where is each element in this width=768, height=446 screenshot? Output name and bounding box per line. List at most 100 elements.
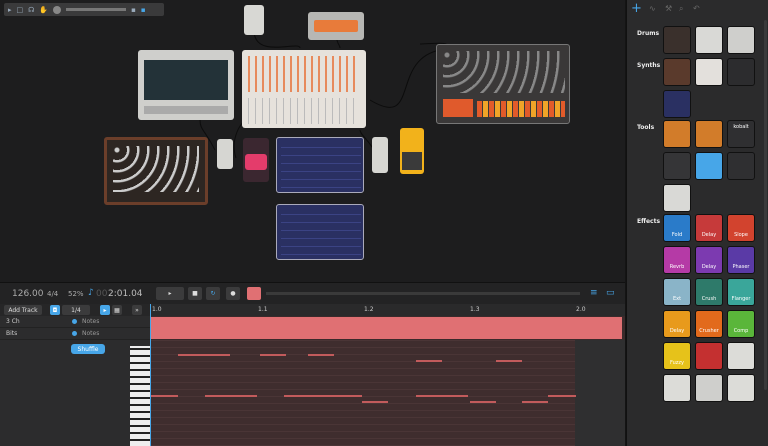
synth-tile-2[interactable] — [695, 58, 723, 86]
effect-tile[interactable]: Flanger — [727, 278, 755, 306]
rack-canvas[interactable]: ▸ □ ☊ ✋ ▪ ▪ — [0, 0, 625, 282]
rhythm-composer-device[interactable] — [436, 44, 570, 124]
sidebar-scrollbar[interactable] — [764, 20, 767, 390]
clip-region[interactable] — [150, 317, 622, 339]
tool-tile-2[interactable] — [695, 120, 723, 148]
effect-label: Fold — [671, 232, 683, 238]
drum-tile-1[interactable] — [663, 26, 691, 54]
undo-icon[interactable]: ↶ — [693, 4, 700, 13]
effect-label: Delay — [701, 232, 717, 238]
piano-roll[interactable]: 1.0 1.1 1.2 1.3 2.0 — [150, 304, 625, 446]
note[interactable] — [496, 360, 522, 362]
effect-tile[interactable]: Ext — [663, 278, 691, 306]
follow-button[interactable]: ▸ — [100, 305, 110, 315]
effect-tile[interactable]: Crusher — [695, 310, 723, 338]
shuffle-button[interactable]: Shuffle — [71, 344, 105, 354]
folder-icon[interactable]: ▭ — [606, 288, 615, 298]
metronome-icon[interactable]: ♪ — [88, 288, 94, 298]
synth-tile-1[interactable] — [663, 58, 691, 86]
quantize-toggle[interactable]: ◘ — [50, 305, 60, 315]
effect-tile[interactable] — [727, 342, 755, 370]
effect-label: Crush — [701, 296, 717, 302]
note[interactable] — [260, 354, 286, 356]
effect-tile[interactable]: Phaser — [727, 246, 755, 274]
track-list: 3 Ch Notes Bits Notes Shuffle — [0, 316, 150, 446]
playhead[interactable] — [150, 304, 151, 446]
list-icon[interactable]: ≡ — [590, 288, 598, 298]
pulse-icon[interactable]: ∿ — [649, 4, 656, 13]
splitter-device-2[interactable] — [217, 139, 233, 169]
analog-synth-device[interactable] — [104, 137, 208, 205]
note[interactable] — [548, 395, 576, 397]
tool-tile-4[interactable] — [663, 152, 691, 180]
note[interactable] — [336, 395, 362, 397]
tempo-display[interactable]: 126.00 — [12, 289, 44, 299]
effect-tile[interactable]: Delay — [695, 246, 723, 274]
note[interactable] — [416, 360, 442, 362]
track-dot-icon[interactable] — [72, 331, 77, 336]
track-row[interactable]: Bits Notes — [0, 328, 150, 340]
tool-tile-3[interactable]: kobalt — [727, 120, 755, 148]
add-icon[interactable]: + — [631, 1, 642, 16]
effect-label: Slope — [734, 232, 748, 238]
fuzz-pedal[interactable] — [243, 138, 269, 182]
sequencer-icon[interactable] — [247, 287, 261, 300]
effect-label: Crusher — [699, 328, 719, 334]
synth-tile-4[interactable] — [663, 90, 691, 118]
note[interactable] — [308, 354, 334, 356]
forward-button[interactable]: » — [132, 305, 142, 315]
effect-tile[interactable]: Delay — [663, 310, 691, 338]
mixer-device[interactable] — [242, 50, 366, 128]
stop-button[interactable]: ■ — [188, 287, 202, 300]
note[interactable] — [150, 395, 178, 397]
tool-tile-7[interactable] — [663, 184, 691, 212]
tool-tile-1[interactable] — [663, 120, 691, 148]
effect-tile[interactable]: Fuzzy — [663, 342, 691, 370]
wrench-icon[interactable]: ⚒ — [665, 4, 672, 13]
search-icon[interactable]: ⌕ — [679, 4, 683, 14]
effect-tile[interactable]: Revrb — [663, 246, 691, 274]
effect-tile[interactable] — [695, 374, 723, 402]
effect-tile[interactable]: Crush — [695, 278, 723, 306]
swing-display[interactable]: 52% — [68, 290, 84, 298]
record-button[interactable]: ● — [226, 287, 240, 300]
note[interactable] — [205, 395, 257, 397]
timeline-scrubber[interactable] — [266, 292, 580, 295]
time-signature[interactable]: 4/4 — [47, 290, 58, 298]
note[interactable] — [284, 395, 336, 397]
effect-tile[interactable]: Slope — [727, 214, 755, 242]
effect-tile[interactable]: Fold — [663, 214, 691, 242]
ruler[interactable]: 1.0 1.1 1.2 1.3 2.0 — [150, 304, 625, 316]
note[interactable] — [362, 401, 388, 403]
effect-tile[interactable]: Comp — [727, 310, 755, 338]
ruler-label: 2.0 — [576, 306, 586, 313]
blue-synth-device-2[interactable] — [276, 204, 364, 260]
tool-tile-6[interactable] — [727, 152, 755, 180]
effect-tile[interactable] — [695, 342, 723, 370]
splitter-device-3[interactable] — [372, 137, 388, 173]
effect-tile[interactable] — [727, 374, 755, 402]
tube-device[interactable] — [308, 12, 364, 40]
note[interactable] — [178, 354, 230, 356]
drum-tile-3[interactable] — [727, 26, 755, 54]
compressor-pedal[interactable] — [400, 128, 424, 174]
piano-keys[interactable] — [130, 346, 150, 446]
add-track-button[interactable]: Add Track — [4, 305, 42, 315]
note[interactable] — [522, 401, 548, 403]
tool-tile-5[interactable] — [695, 152, 723, 180]
drum-sampler-device[interactable] — [138, 50, 234, 120]
splitter-device[interactable] — [244, 5, 264, 35]
effect-tile[interactable] — [663, 374, 691, 402]
track-dot-icon[interactable] — [72, 319, 77, 324]
blue-synth-device-1[interactable] — [276, 137, 364, 193]
play-button[interactable]: ▸ — [156, 287, 184, 300]
effect-tile[interactable]: Delay — [695, 214, 723, 242]
synth-tile-3[interactable] — [727, 58, 755, 86]
note[interactable] — [416, 395, 468, 397]
note[interactable] — [470, 401, 496, 403]
track-row[interactable]: 3 Ch Notes — [0, 316, 150, 328]
loop-button[interactable]: ↻ — [206, 287, 220, 300]
quantize-select[interactable]: 1/4 — [62, 305, 90, 315]
drum-tile-2[interactable] — [695, 26, 723, 54]
grid-button[interactable]: ▦ — [112, 305, 122, 315]
